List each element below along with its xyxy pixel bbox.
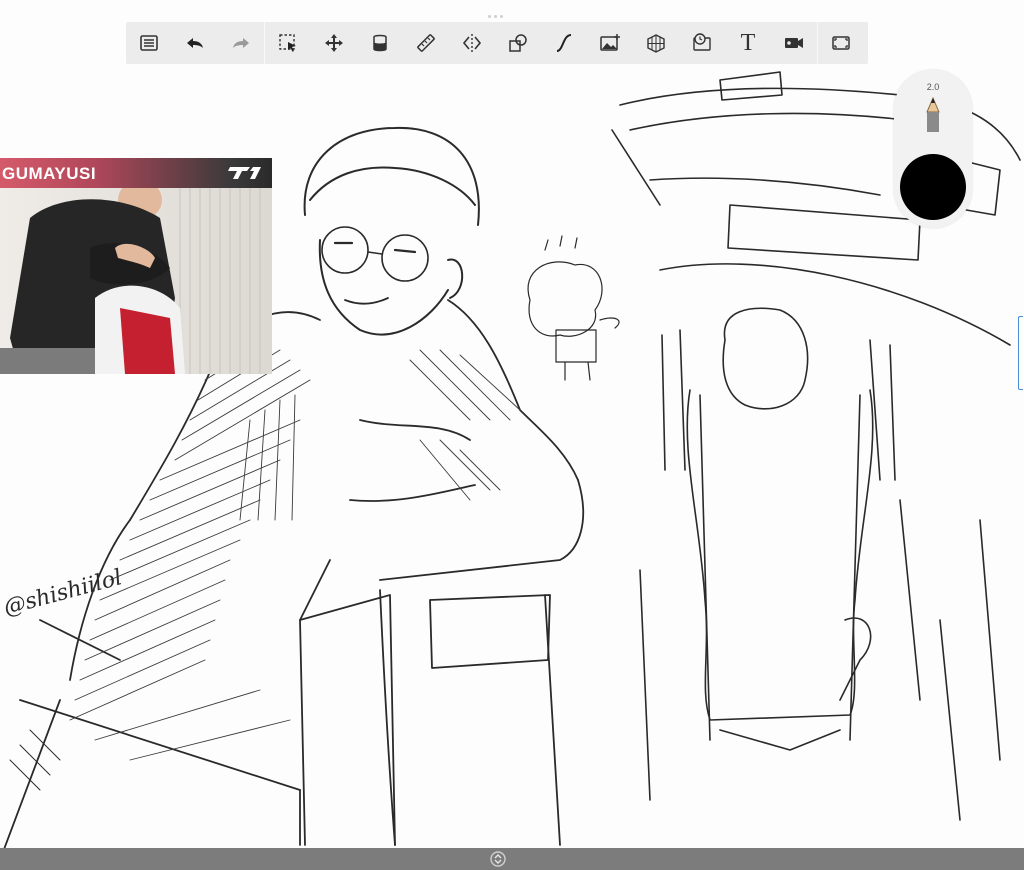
symmetry-icon [462,34,482,52]
list-icon [140,35,158,51]
player-name: GUMAYUSI [2,164,97,183]
menu-button[interactable] [126,22,172,64]
toolbar-group-history [126,22,264,64]
curve-icon [556,34,572,52]
drawing-canvas[interactable]: @shishiilol [0,0,1024,848]
main-toolbar: T [126,22,868,64]
time-lapse-icon [693,33,711,51]
brush-size-value[interactable]: 2.0 [894,82,972,92]
side-edge-strip [1017,112,1024,852]
import-image-button[interactable] [587,22,633,64]
ruler-icon [417,34,435,52]
shapes-icon [509,34,527,52]
ruler-button[interactable] [403,22,449,64]
video-record-button[interactable] [771,22,817,64]
sketch-mascot-doodle [527,235,620,381]
selection-icon [279,34,296,52]
expand-collapse-icon[interactable] [490,851,506,867]
undo-button[interactable] [172,22,218,64]
sketch-shading [69,329,521,761]
symmetry-button[interactable] [449,22,495,64]
sketch-signature-strokes [9,729,61,791]
transform-button[interactable] [311,22,357,64]
perspective-button[interactable] [633,22,679,64]
redo-button[interactable] [218,22,264,64]
toolbar-grip-handle[interactable] [488,5,508,18]
curve-button[interactable] [541,22,587,64]
redo-icon [233,38,249,48]
side-scroll-indicator[interactable] [1018,316,1023,390]
current-color-swatch[interactable] [900,154,966,220]
toolbar-group-tools: T [265,22,817,64]
shapes-button[interactable] [495,22,541,64]
selection-button[interactable] [265,22,311,64]
undo-icon [187,38,203,48]
text-tool-button[interactable]: T [725,22,771,64]
time-lapse-button[interactable] [679,22,725,64]
artist-signature: @shishiilol [1,565,125,621]
fullscreen-icon [832,36,850,50]
video-record-icon [785,38,803,48]
bottom-bar [0,848,1024,870]
fill-button[interactable] [357,22,403,64]
webcam-video-frame [0,188,272,374]
transform-icon [325,34,343,52]
image-import-icon [600,34,620,51]
sketch-artwork: @shishiilol [1,71,1021,848]
pencil-brush-icon[interactable] [923,96,943,134]
name-banner: GUMAYUSI [0,158,272,188]
perspective-icon [647,34,665,53]
fullscreen-button[interactable] [818,22,864,64]
fill-icon [373,34,387,52]
video-overlay: GUMAYUSI [0,158,272,374]
text-icon: T [740,29,756,56]
brush-panel: 2.0 [894,70,972,228]
t1-logo [228,167,261,179]
toolbar-group-view [818,22,864,64]
